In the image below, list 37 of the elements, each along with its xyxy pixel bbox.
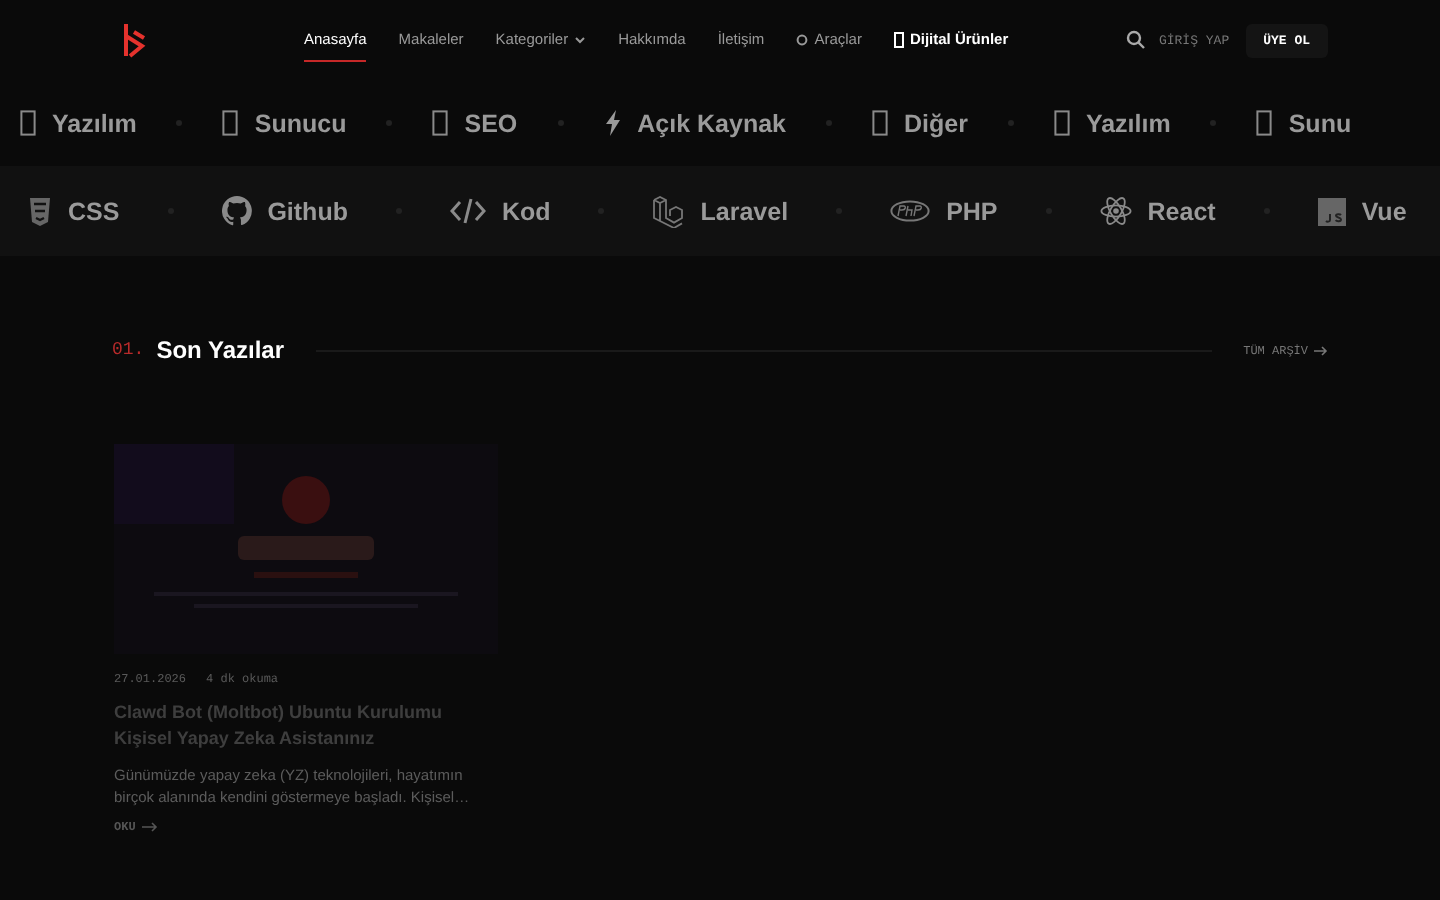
technology-label[interactable]: Kod: [501, 197, 551, 225]
js-icon: [1317, 197, 1346, 225]
category-label[interactable]: Sunu: [1288, 109, 1352, 137]
atom-icon: [1099, 196, 1132, 226]
box-icon: [872, 110, 888, 136]
arrow-right-icon: [141, 822, 158, 832]
box-icon: [893, 31, 904, 47]
category-label[interactable]: Açık Kaynak: [637, 109, 786, 137]
lightning-icon: [603, 110, 622, 136]
box-icon: [20, 110, 36, 136]
search-icon[interactable]: [1126, 30, 1147, 50]
chevron-down-icon: [574, 35, 587, 43]
technology-label[interactable]: Laravel: [700, 197, 789, 225]
category-label[interactable]: Sunucu: [254, 109, 347, 137]
technology-label[interactable]: CSS: [68, 197, 120, 225]
section-title: Son Yazılar: [156, 336, 285, 364]
category-label[interactable]: Diğer: [904, 109, 968, 137]
category-label[interactable]: SEO: [464, 109, 518, 137]
box-icon: [1256, 110, 1273, 136]
technology-label[interactable]: React: [1147, 197, 1216, 225]
code-icon: [449, 198, 486, 224]
arrow-right-icon: [1314, 345, 1328, 355]
box-icon: [222, 110, 239, 136]
logo-icon[interactable]: [120, 20, 148, 60]
category-label[interactable]: Yazılım: [52, 109, 137, 137]
laravel-icon: [652, 195, 685, 227]
github-icon: [221, 196, 252, 226]
box-icon: [1053, 110, 1070, 136]
box-icon: [432, 110, 449, 136]
section-number: 01.: [112, 340, 145, 360]
technology-label[interactable]: Vue: [1361, 197, 1407, 225]
circle-icon: [796, 33, 809, 45]
technology-label[interactable]: Github: [267, 197, 348, 225]
php-icon: [890, 200, 931, 222]
shield-icon: [28, 197, 52, 225]
technology-label[interactable]: PHP: [946, 197, 998, 225]
category-label[interactable]: Yazılım: [1085, 109, 1171, 137]
